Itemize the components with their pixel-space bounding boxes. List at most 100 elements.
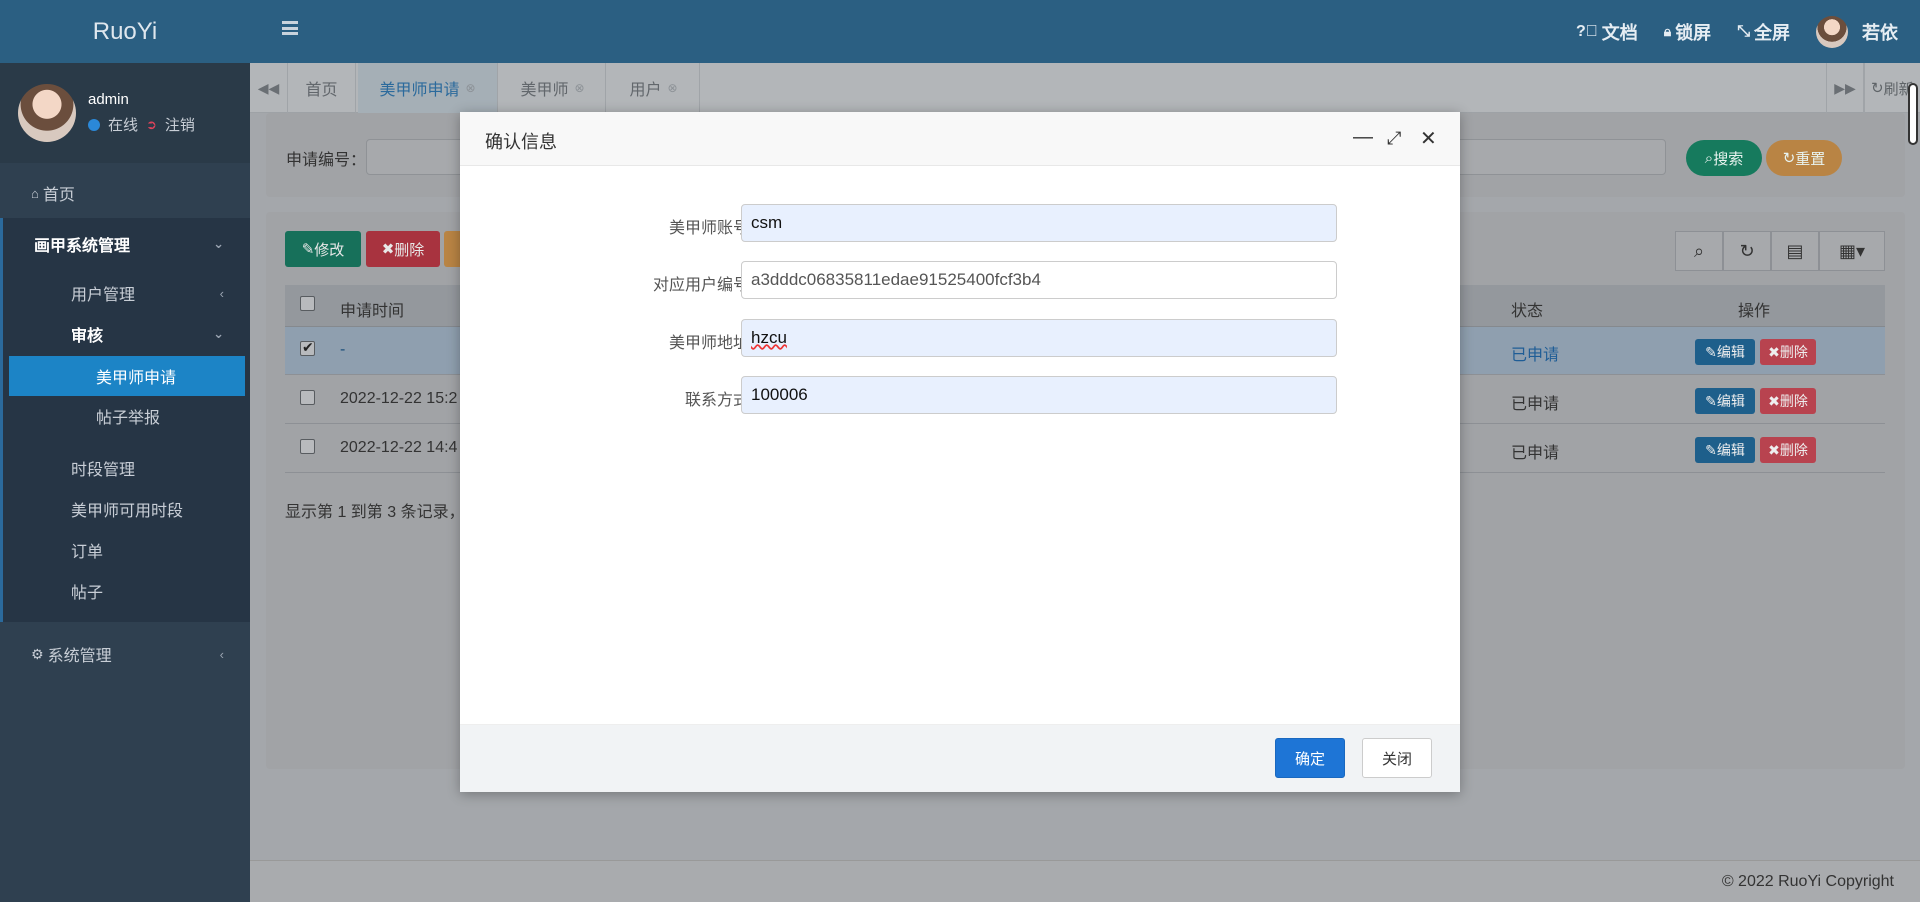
menu-toggle-icon[interactable] bbox=[282, 21, 298, 35]
close-icon[interactable]: ✕ bbox=[1420, 126, 1437, 151]
sidebar-item-system[interactable]: ⚙ 系统管理 ‹ bbox=[0, 633, 250, 675]
app-logo[interactable]: RuoYi bbox=[0, 0, 250, 63]
sidebar-item-label: 首页 bbox=[42, 187, 75, 204]
tab-users[interactable]: 用户 ⊗ bbox=[608, 63, 700, 113]
confirm-dialog: 确认信息 — ⤢ ✕ 美甲师账号： csm 对应用户编号： a3dddc0683… bbox=[460, 112, 1460, 792]
row-edit-button[interactable]: ✎ 编辑 bbox=[1695, 437, 1755, 463]
confirm-button[interactable]: 确定 bbox=[1275, 738, 1345, 778]
sidebar-item-time-slots[interactable]: 时段管理 bbox=[0, 448, 250, 488]
row-checkbox[interactable] bbox=[300, 439, 315, 454]
chevron-down-icon: ⌄ bbox=[213, 236, 224, 251]
close-button[interactable]: 关闭 bbox=[1362, 738, 1432, 778]
refresh-icon: ↻ bbox=[1739, 240, 1755, 261]
copyright: © 2022 RuoYi Copyright bbox=[1721, 873, 1894, 890]
expand-icon: ⤡ bbox=[1737, 22, 1750, 40]
tab-manicurist-application[interactable]: 美甲师申请 ⊗ bbox=[358, 63, 498, 113]
header-actions: 操作 bbox=[1738, 303, 1771, 320]
search-button[interactable]: ⌕ 搜索 bbox=[1686, 140, 1762, 176]
lock-label: 锁屏 bbox=[1675, 22, 1712, 43]
user-id-field[interactable]: a3dddc06835811edae91525400fcf3b4 bbox=[741, 261, 1337, 299]
chevron-left-icon: ‹ bbox=[219, 285, 224, 301]
list-icon: ▤ bbox=[1786, 240, 1804, 261]
form-row-address: 美甲师地址： hzcu bbox=[460, 319, 1460, 359]
dialog-footer: 确定 关闭 bbox=[460, 724, 1460, 792]
sidebar-item-post-report[interactable]: 帖子举报 bbox=[0, 396, 250, 436]
delete-button-label: 删除 bbox=[394, 241, 425, 259]
tab-label: 美甲师申请 bbox=[379, 82, 460, 99]
sidebar-item-orders[interactable]: 订单 bbox=[0, 530, 250, 570]
columns-button[interactable]: ▦▾ bbox=[1819, 231, 1885, 271]
search-icon: ⌕ bbox=[1693, 240, 1705, 261]
avatar bbox=[1816, 15, 1848, 48]
edit-icon: ✎ bbox=[301, 241, 315, 258]
tabs-scroll-right-icon[interactable]: ▶▶ bbox=[1826, 63, 1864, 113]
fullscreen-label: 全屏 bbox=[1754, 22, 1790, 43]
cell-status: 已申请 bbox=[1511, 347, 1560, 364]
row-delete-button[interactable]: ✖ 删除 bbox=[1760, 339, 1816, 365]
tabs-scroll-left-icon[interactable]: ◀◀ bbox=[250, 63, 288, 113]
sidebar: RuoYi admin 在线 ➲ 注销 ⌂ 首页 画甲系统管理 ⌄ 用户管理 ‹… bbox=[0, 0, 250, 902]
tabs-bar: ◀◀ 首页 美甲师申请 ⊗ 美甲师 ⊗ 用户 ⊗ ▶▶ ↻ 刷新 bbox=[250, 63, 1920, 113]
logout-link[interactable]: 注销 bbox=[165, 114, 195, 135]
scrollbar[interactable] bbox=[1908, 83, 1918, 145]
username-label: 若依 bbox=[1862, 22, 1898, 43]
delete-button[interactable]: ✖ 删除 bbox=[366, 231, 440, 267]
row-delete-button[interactable]: ✖ 删除 bbox=[1760, 437, 1816, 463]
address-value: hzcu bbox=[751, 328, 787, 347]
home-icon: ⌂ bbox=[31, 185, 39, 201]
row-checkbox[interactable] bbox=[300, 339, 315, 356]
toggle-view-button[interactable]: ▤ bbox=[1771, 231, 1819, 271]
sidebar-group-nail-system[interactable]: 画甲系统管理 ⌄ bbox=[0, 224, 250, 264]
sidebar-item-users[interactable]: 用户管理 ‹ bbox=[0, 273, 250, 313]
edit-button[interactable]: ✎ 修改 bbox=[285, 231, 361, 267]
manicurist-account-field[interactable]: csm bbox=[741, 204, 1337, 242]
sidebar-item-label: 美甲师申请 bbox=[96, 370, 177, 387]
tab-manicurist[interactable]: 美甲师 ⊗ bbox=[500, 63, 606, 113]
logout-icon[interactable]: ➲ bbox=[146, 117, 157, 133]
sidebar-item-available-slots[interactable]: 美甲师可用时段 bbox=[0, 489, 250, 529]
delete-label: 删除 bbox=[1779, 393, 1808, 409]
search-toggle-button[interactable]: ⌕ bbox=[1675, 231, 1723, 271]
row-checkbox[interactable] bbox=[300, 390, 315, 405]
minimize-icon[interactable]: — bbox=[1353, 126, 1373, 149]
docs-label: 文档 bbox=[1601, 22, 1638, 43]
sidebar-item-label: 美甲师可用时段 bbox=[71, 503, 184, 520]
sidebar-item-label: 用户管理 bbox=[71, 287, 136, 304]
search-icon: ⌕ bbox=[1704, 149, 1714, 167]
edit-label: 编辑 bbox=[1716, 442, 1745, 458]
delete-label: 删除 bbox=[1779, 344, 1808, 360]
lock-screen-link[interactable]: 🔒︎ 锁屏 bbox=[1664, 19, 1711, 45]
edit-button-label: 修改 bbox=[314, 241, 345, 259]
edit-label: 编辑 bbox=[1716, 393, 1745, 409]
close-tab-icon[interactable]: ⊗ bbox=[574, 81, 584, 95]
sidebar-item-manicurist-application[interactable]: 美甲师申请 bbox=[0, 356, 250, 396]
close-tab-icon[interactable]: ⊗ bbox=[465, 81, 475, 95]
sidebar-item-label: 时段管理 bbox=[71, 462, 136, 479]
contact-field[interactable]: 100006 bbox=[741, 376, 1337, 414]
dialog-title: 确认信息 bbox=[485, 132, 557, 152]
chevron-left-icon: ‹ bbox=[219, 646, 224, 662]
sidebar-item-label: 系统管理 bbox=[47, 648, 112, 665]
reset-button[interactable]: ↻ 重置 bbox=[1766, 140, 1842, 176]
sidebar-item-posts[interactable]: 帖子 bbox=[0, 571, 250, 611]
address-field[interactable]: hzcu bbox=[741, 319, 1337, 357]
fullscreen-link[interactable]: ⤡ 全屏 bbox=[1737, 19, 1790, 45]
close-tab-icon[interactable]: ⊗ bbox=[667, 81, 677, 95]
row-edit-button[interactable]: ✎ 编辑 bbox=[1695, 388, 1755, 414]
docs-link[interactable]: ?⃝ 文档 bbox=[1576, 19, 1638, 45]
user-menu[interactable]: 若依 bbox=[1816, 15, 1898, 48]
tab-home[interactable]: 首页 bbox=[288, 63, 356, 113]
row-delete-button[interactable]: ✖ 删除 bbox=[1760, 388, 1816, 414]
select-all-checkbox[interactable] bbox=[300, 296, 315, 311]
tab-label: 美甲师 bbox=[520, 82, 569, 99]
refresh-button[interactable]: ↻ bbox=[1723, 231, 1771, 271]
row-edit-button[interactable]: ✎ 编辑 bbox=[1695, 339, 1755, 365]
lock-icon: 🔒︎ bbox=[1663, 23, 1672, 39]
maximize-icon[interactable]: ⤢ bbox=[1387, 128, 1401, 149]
sidebar-item-review[interactable]: 审核 ⌄ bbox=[0, 314, 250, 354]
export-button[interactable] bbox=[444, 231, 460, 267]
avatar[interactable] bbox=[18, 84, 76, 142]
reset-button-label: 重置 bbox=[1795, 150, 1826, 168]
sidebar-item-home[interactable]: ⌂ 首页 bbox=[0, 172, 250, 214]
footer: © 2022 RuoYi Copyright bbox=[250, 860, 1920, 902]
